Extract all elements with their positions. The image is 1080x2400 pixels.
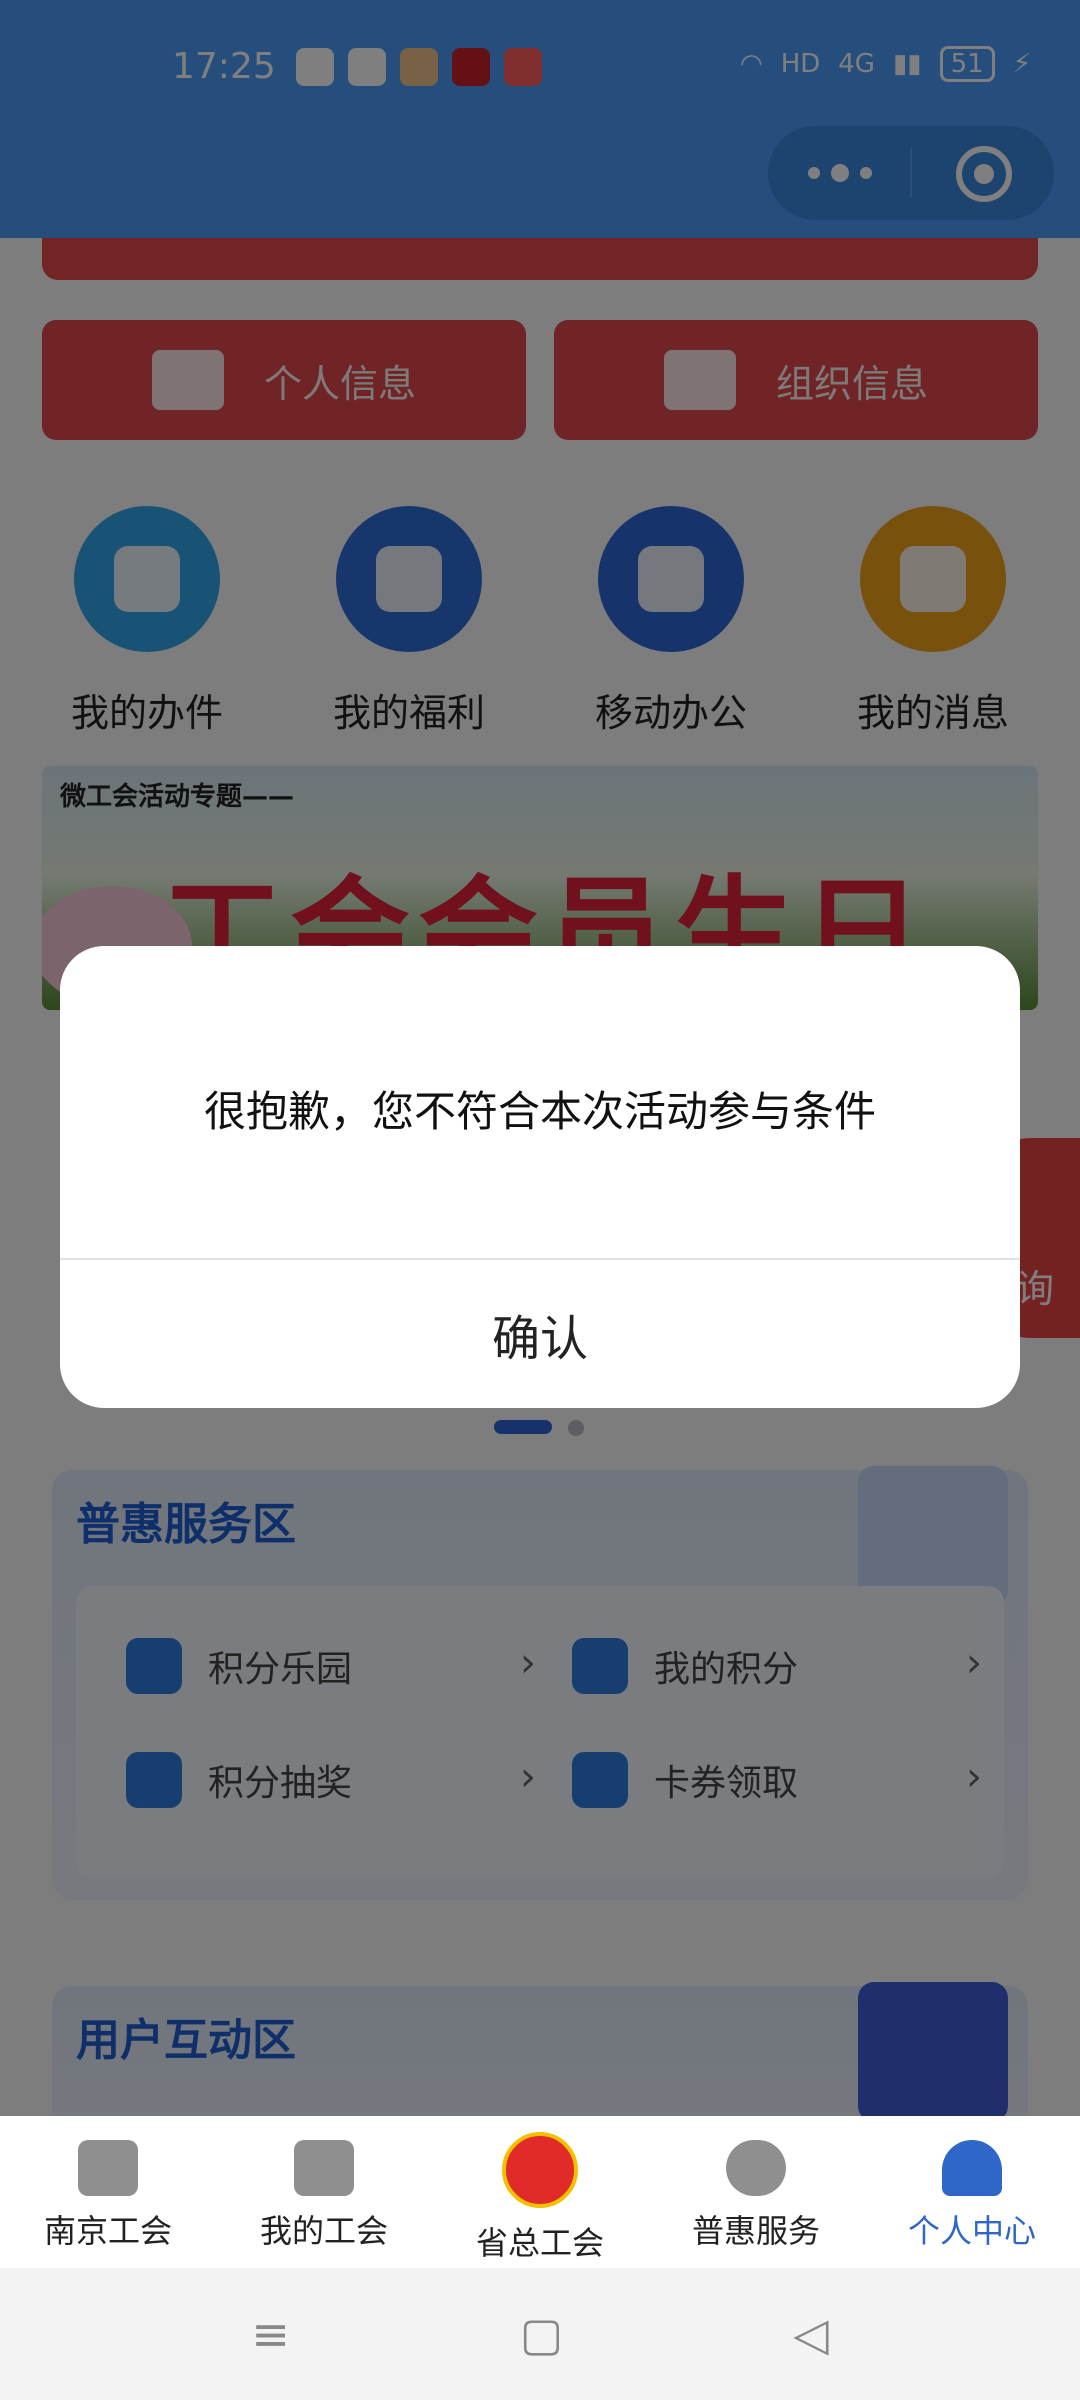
grid-icon [294, 2140, 354, 2196]
union-emblem-icon [502, 2132, 578, 2208]
tab-provincial-union[interactable]: 省总工会 [432, 2116, 648, 2268]
alert-dialog: 很抱歉，您不符合本次活动参与条件 确认 [60, 946, 1020, 1408]
tab-personal-center[interactable]: 个人中心 [864, 2116, 1080, 2268]
bottom-tab-bar: 南京工会 我的工会 省总工会 普惠服务 个人中心 [0, 2116, 1080, 2268]
home-square-icon[interactable]: ▢ [520, 2307, 563, 2361]
dialog-message: 很抱歉，您不符合本次活动参与条件 [203, 1087, 876, 1136]
home-icon [78, 2140, 138, 2196]
menu-icon[interactable]: ≡ [251, 2307, 290, 2361]
system-navigation-bar: ≡ ▢ ◁ [0, 2268, 1080, 2400]
confirm-button[interactable]: 确认 [60, 1260, 1020, 1408]
user-icon [942, 2140, 1002, 2196]
heart-icon [726, 2140, 786, 2196]
tab-benefit-service[interactable]: 普惠服务 [648, 2116, 864, 2268]
tab-nanjing-union[interactable]: 南京工会 [0, 2116, 216, 2268]
tab-my-union[interactable]: 我的工会 [216, 2116, 432, 2268]
back-triangle-icon[interactable]: ◁ [793, 2307, 828, 2361]
